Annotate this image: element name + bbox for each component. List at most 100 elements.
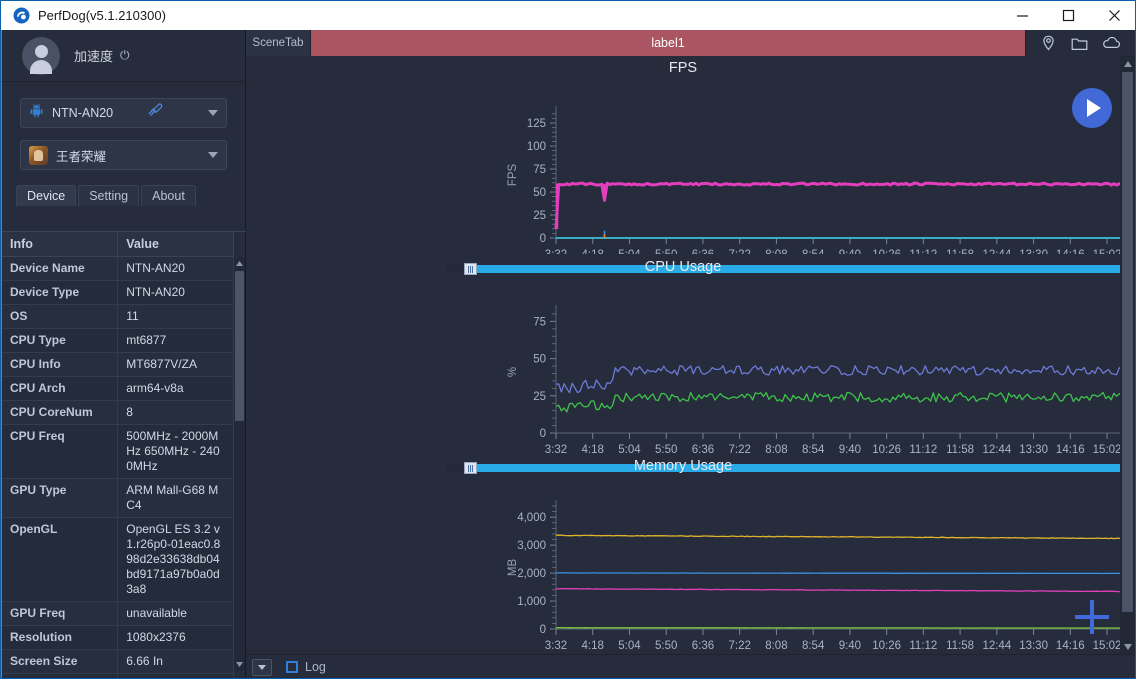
x-tick-label: 7:22 (728, 249, 750, 254)
table-row[interactable]: GPU Type ARM Mall-G68 MC4 (2, 478, 234, 518)
profile-row: 加速度 ⏻ (2, 30, 245, 82)
scroll-up-icon[interactable] (1120, 56, 1135, 71)
info-value: ARM Mall-G68 MC4 (117, 478, 234, 518)
chevron-down-icon[interactable] (208, 110, 218, 116)
x-tick-label: 13:30 (1019, 249, 1048, 254)
scroll-down-icon[interactable] (234, 658, 245, 671)
table-row[interactable]: Ram Size7.5 GB (2, 673, 234, 678)
chart-plot-area[interactable]: 0 1,000 2,000 3,000 4,000 MB 3:32 4:18 5:04 5:50 6… (246, 454, 1120, 652)
main-panel: SceneTab label1 FPS 0 25 50 75 100 125 F… (246, 30, 1135, 678)
svg-text:0: 0 (540, 233, 546, 245)
tab-about[interactable]: About (141, 185, 196, 206)
tab-device[interactable]: Device (16, 185, 77, 206)
table-row[interactable]: OpenGL OpenGL ES 3.2 v1.r26p0-01eac0.898d… (2, 517, 234, 602)
table-row[interactable]: CPU CoreNum 8 (2, 400, 234, 425)
svg-text:125: 125 (527, 118, 546, 130)
x-tick-label: 5:04 (618, 640, 641, 652)
x-tick-label: 9:40 (839, 640, 861, 652)
info-value: MT6877V/ZA (117, 352, 234, 377)
info-key: OpenGL (2, 517, 119, 602)
add-button[interactable] (1074, 599, 1110, 635)
chart-title: Memory Usage (633, 458, 733, 474)
table-row[interactable]: CPU Freq 500MHz - 2000MHz 650MHz - 2400MH… (2, 424, 234, 479)
info-key: CPU Info (2, 352, 119, 377)
device-select-value: NTN-AN20 (52, 106, 114, 120)
table-row[interactable]: CPU Type mt6877 (2, 328, 234, 353)
info-key: CPU Freq (2, 424, 119, 479)
chart-y-axis-label: MB (507, 559, 519, 577)
column-header-value: Value (117, 232, 234, 257)
sidebar-tabs: Device Setting About (16, 184, 245, 206)
play-button[interactable] (1072, 88, 1112, 128)
svg-text:0: 0 (540, 428, 546, 440)
x-tick-label: 13:30 (1019, 640, 1048, 652)
device-info-table: Info Value Device Name NTN-AN20 Device Typ… (2, 231, 246, 678)
x-tick-label: 4:18 (582, 640, 604, 652)
scroll-down-icon[interactable] (1120, 639, 1135, 654)
info-value: 7.5 GB (117, 673, 234, 678)
x-tick-label: 3:32 (545, 640, 567, 652)
table-row[interactable]: Screen Size 6.66 In (2, 649, 234, 674)
scene-label-text: label1 (651, 36, 685, 50)
table-row[interactable]: Device Type NTN-AN20 (2, 280, 234, 305)
table-row[interactable]: GPU Freq unavailable (2, 601, 234, 626)
close-button[interactable] (1091, 1, 1135, 30)
perfdog-window: PerfDog(v5.1.210300) 加速度 ⏻ NTN-AN20 王者荣耀… (0, 0, 1136, 679)
x-tick-label: 3:32 (545, 444, 567, 453)
title-bar: PerfDog(v5.1.210300) (1, 1, 1135, 30)
folder-icon[interactable] (1071, 36, 1088, 51)
x-tick-label: 11:58 (946, 444, 974, 453)
info-value: OpenGL ES 3.2 v1.r26p0-01eac0.898d2e3363… (117, 517, 234, 602)
scene-label-bar[interactable]: label1 (311, 30, 1026, 56)
info-key: Resolution (2, 625, 119, 650)
svg-text:75: 75 (533, 164, 546, 176)
table-row[interactable]: OS 11 (2, 304, 234, 329)
chart-title: FPS (668, 60, 698, 76)
table-row[interactable]: CPU Arch arm64-v8a (2, 376, 234, 401)
svg-text:2,000: 2,000 (517, 568, 546, 580)
tab-setting[interactable]: Setting (78, 185, 140, 206)
chevron-down-icon (258, 664, 266, 670)
power-icon[interactable]: ⏻ (120, 48, 130, 63)
chart-y-axis-label: FPS (507, 163, 519, 186)
device-select[interactable]: NTN-AN20 (20, 98, 227, 128)
svg-text:0: 0 (540, 624, 546, 636)
info-value: 500MHz - 2000MHz 650MHz - 2400MHz (117, 424, 234, 479)
x-tick-label: 15:02 (1093, 249, 1120, 254)
x-tick-label: 11:12 (909, 249, 937, 254)
log-checkbox[interactable] (286, 661, 298, 673)
table-row[interactable]: Device Name NTN-AN20 (2, 256, 234, 281)
honor-of-kings-icon (29, 145, 48, 165)
x-tick-label: 15:02 (1093, 640, 1120, 652)
info-key: Screen Size (2, 649, 119, 674)
chart-y-axis-label: % (507, 367, 519, 377)
charts-scrollbar[interactable] (1120, 56, 1135, 654)
scroll-up-icon[interactable] (234, 257, 245, 270)
log-dropdown-button[interactable] (252, 658, 272, 676)
info-key: CPU Arch (2, 376, 119, 401)
minimize-button[interactable] (999, 1, 1045, 30)
avatar[interactable] (22, 36, 60, 75)
location-pin-icon[interactable] (1041, 35, 1056, 51)
info-value: 8 (117, 400, 234, 425)
table-row[interactable]: CPU Info MT6877V/ZA (2, 352, 234, 377)
usb-link-icon[interactable] (146, 103, 163, 123)
chevron-down-icon[interactable] (208, 152, 218, 158)
chart-plot-area[interactable]: 0 25 50 75% 3:32 4:18 5:04 5:50 6:36 7:22 8:08 8:54… (246, 255, 1120, 453)
app-select[interactable]: 王者荣耀 (20, 140, 227, 170)
log-label: Log (305, 660, 326, 674)
chart-plot-area[interactable]: 0 25 50 75 100 125 FPS 3:32 4:18 5:04 5:50 6:36 7:22… (246, 56, 1120, 254)
cloud-icon[interactable] (1103, 36, 1121, 50)
x-tick-label: 10:26 (872, 640, 901, 652)
maximize-button[interactable] (1045, 1, 1091, 30)
chart-title: CPU Usage (644, 259, 722, 275)
app-select-value: 王者荣耀 (56, 149, 107, 164)
scene-tab-label[interactable]: SceneTab (246, 30, 311, 56)
charts-container: FPS 0 25 50 75 100 125 FPS 3:32 4:18 5:04 5:50 6:36 7… (246, 56, 1135, 673)
scrollbar-thumb[interactable] (1122, 72, 1133, 612)
scene-toolbar (1026, 30, 1135, 56)
scrollbar-thumb[interactable] (235, 271, 244, 421)
info-table-scrollbar[interactable] (234, 257, 245, 671)
table-row[interactable]: Resolution 1080x2376 (2, 625, 234, 650)
info-key: Device Name (2, 256, 119, 281)
